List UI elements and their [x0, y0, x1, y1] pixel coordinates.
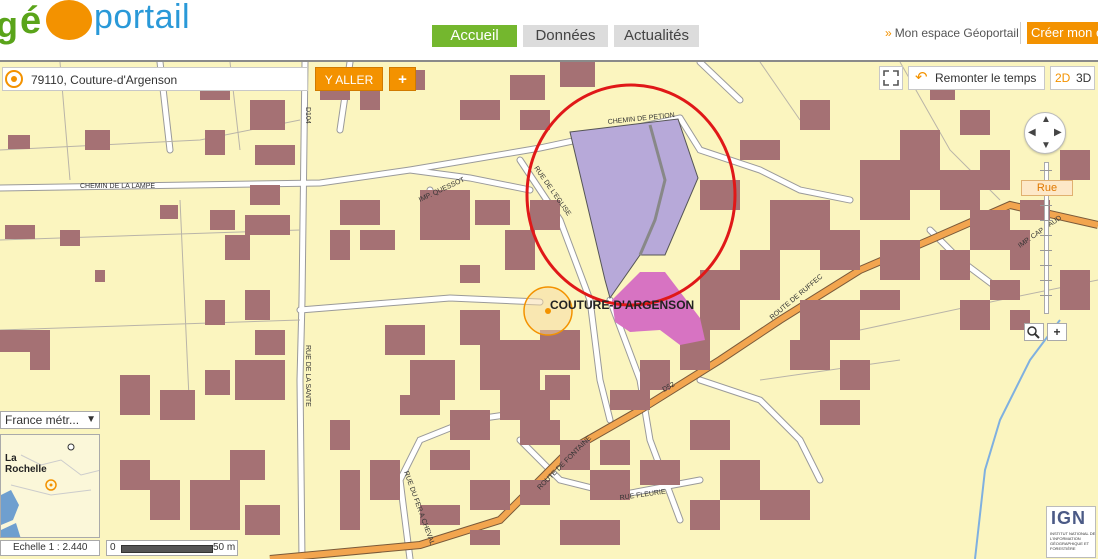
zoom-tick	[1040, 265, 1052, 266]
go-button[interactable]: Y ALLER	[315, 67, 383, 91]
fullscreen-icon[interactable]	[879, 66, 903, 90]
mon-espace-label: Mon espace Géoportail	[894, 26, 1019, 40]
label-d104: D104	[304, 107, 311, 124]
time-label: Remonter le temps	[935, 71, 1037, 85]
chevron-down-icon: ▼	[86, 414, 96, 425]
pan-down-icon[interactable]: ▼	[1041, 140, 1051, 151]
mon-espace-link[interactable]: » Mon espace Géoportail	[885, 26, 1019, 40]
pan-up-icon[interactable]: ▲	[1041, 114, 1051, 125]
main-road-d52	[269, 201, 1098, 559]
locate-icon[interactable]	[5, 70, 23, 88]
scale-distance: 50 m	[213, 542, 236, 553]
overview-map[interactable]: La Rochelle	[0, 434, 100, 538]
remonter-le-temps-button[interactable]: ↶ Remonter le temps	[908, 66, 1045, 90]
label-rue-de-la-sante: RUE DE LA SANTE	[304, 345, 311, 407]
zoom-level-label[interactable]: Rue	[1021, 180, 1073, 196]
ign-logo[interactable]: IGN INSTITUT NATIONAL DE L'INFORMATION G…	[1046, 506, 1096, 558]
undo-arrow-icon: ↶	[915, 69, 928, 86]
tab-actualites[interactable]: Actualités	[614, 25, 699, 47]
highlighted-parcel	[569, 118, 699, 300]
zoom-tick	[1040, 235, 1052, 236]
header-divider	[1020, 22, 1021, 44]
search-box	[2, 67, 308, 91]
label-chemin-de-la-lampe: CHEMIN DE LA LAMPE	[80, 183, 155, 190]
zoom-tick	[1040, 280, 1052, 281]
chevron-right-icon: »	[885, 26, 892, 40]
map-layer: CHEMIN DE PETION CHEMIN DE LA LAMPE IMP.…	[0, 62, 1098, 559]
crosshair-icon[interactable]: +	[1047, 323, 1067, 341]
zoom-tick	[1040, 170, 1052, 171]
map-canvas[interactable]: CHEMIN DE PETION CHEMIN DE LA LAMPE IMP.…	[0, 62, 1098, 559]
overview-city-label: La Rochelle	[5, 453, 47, 475]
pan-control[interactable]: ▲ ▼ ◀ ▶	[1024, 112, 1066, 154]
scale-bar-box: 0 50 m	[106, 540, 238, 556]
magnifier-icon[interactable]	[1024, 323, 1044, 341]
tab-donnees[interactable]: Données	[523, 25, 608, 47]
header: g é portail Accueil Données Actualités »…	[0, 0, 1098, 62]
zoom-tick	[1040, 250, 1052, 251]
add-button[interactable]: +	[389, 67, 416, 91]
place-label: COUTURE-D'ARGENSON	[550, 298, 694, 312]
zoom-tick	[1040, 295, 1052, 296]
ign-text: IGN	[1051, 508, 1087, 528]
zoom-tick	[1040, 220, 1052, 221]
city-name: La Rochelle	[5, 453, 47, 475]
pan-right-icon[interactable]: ▶	[1054, 127, 1062, 138]
view-3d-button[interactable]: 3D	[1076, 67, 1091, 89]
tab-accueil[interactable]: Accueil	[432, 25, 517, 47]
ign-subtitle: INSTITUT NATIONAL DE L'INFORMATION GÉOGR…	[1050, 531, 1096, 551]
territory-label: France métr...	[5, 413, 80, 427]
territory-select[interactable]: France métr... ▼	[0, 411, 100, 429]
dimension-toggle: 2D 3D	[1050, 66, 1095, 90]
pan-left-icon[interactable]: ◀	[1028, 127, 1036, 138]
scale-zero: 0	[110, 542, 116, 553]
scale-bar	[121, 545, 213, 553]
search-input[interactable]	[31, 71, 301, 89]
zoom-tick	[1040, 205, 1052, 206]
create-account-button[interactable]: Créer mon e	[1027, 22, 1098, 44]
view-2d-button[interactable]: 2D	[1055, 67, 1070, 89]
geoportail-logo[interactable]: g é portail	[0, 0, 216, 48]
scale-ratio: Echelle 1 : 2.440	[0, 540, 100, 556]
